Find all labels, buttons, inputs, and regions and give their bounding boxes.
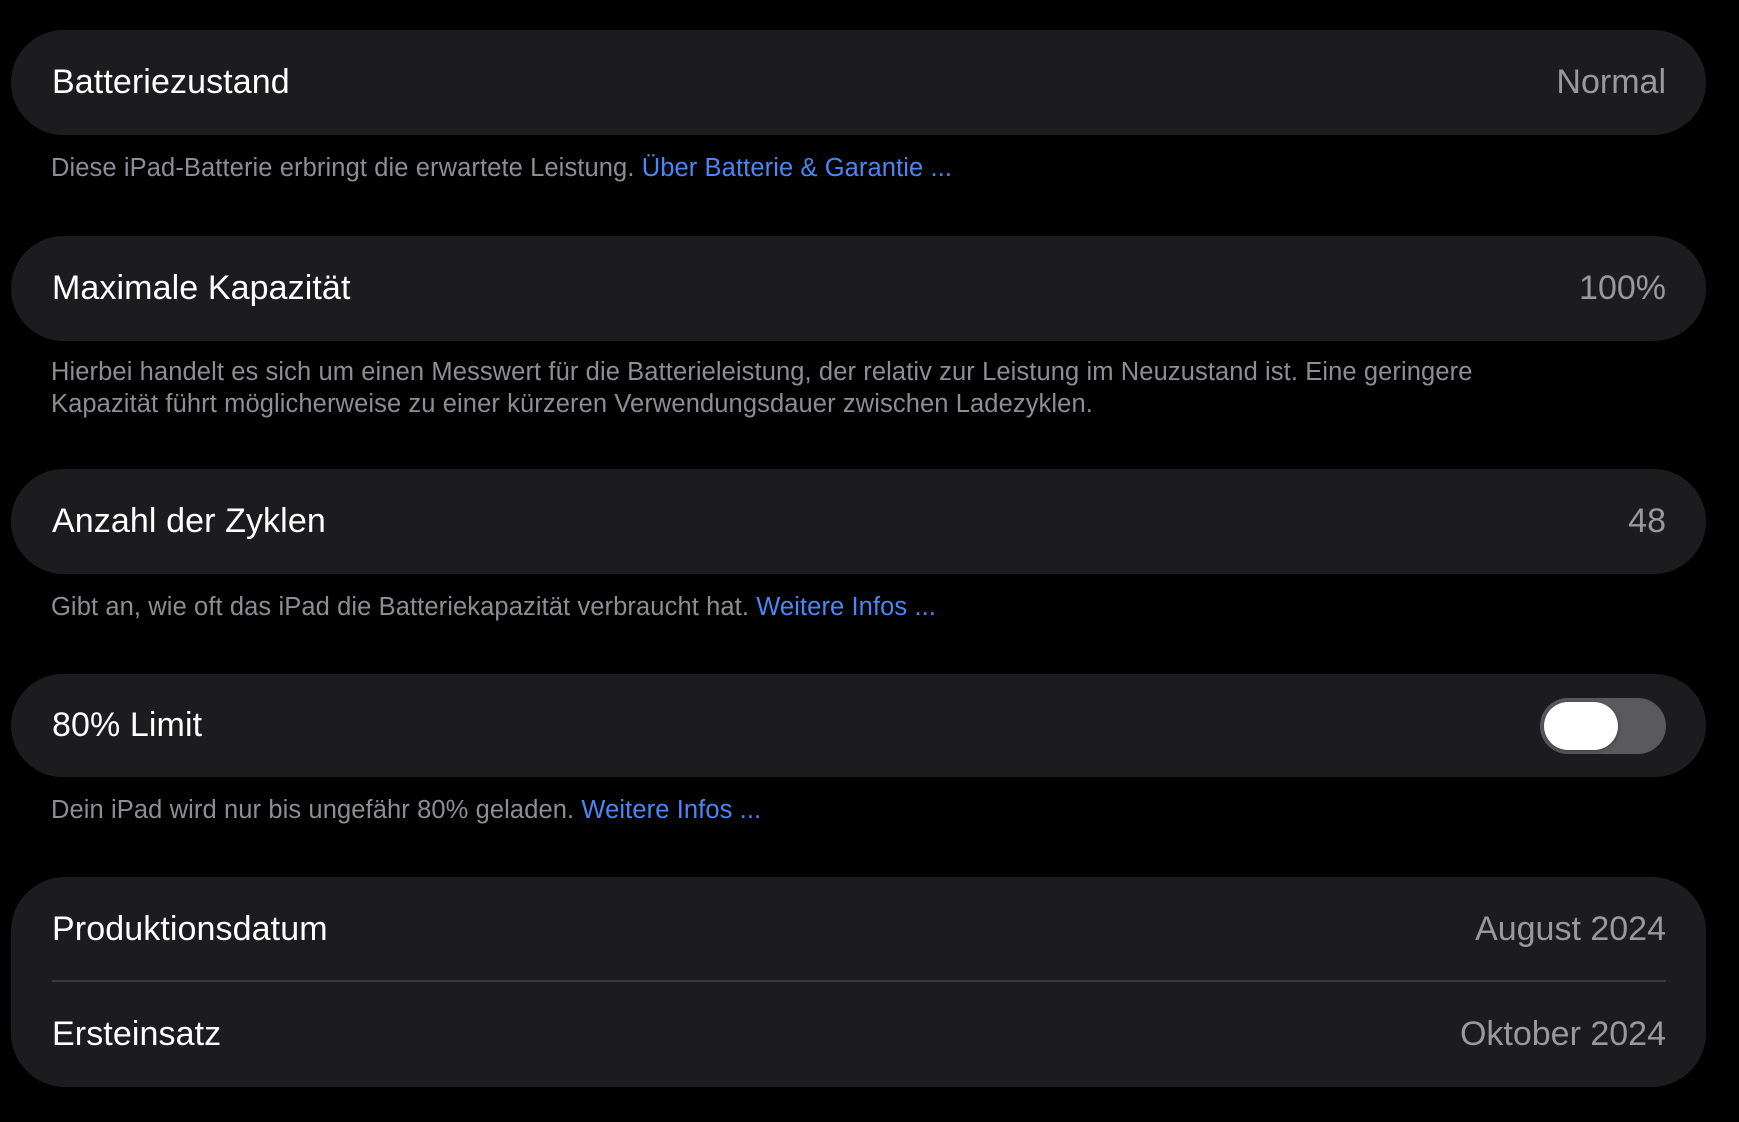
cycle-count-more-info-link[interactable]: Weitere Infos ... — [756, 593, 936, 621]
cycle-count-label: Anzahl der Zyklen — [52, 502, 326, 540]
limit-80-label: 80% Limit — [52, 706, 203, 744]
max-capacity-value: 100% — [1579, 269, 1666, 307]
battery-warranty-link[interactable]: Über Batterie & Garantie ... — [642, 154, 952, 182]
limit-80-group: 80% Limit — [11, 674, 1706, 777]
toggle-knob — [1544, 701, 1618, 750]
battery-health-group: Batteriezustand Normal — [11, 30, 1706, 135]
cycle-count-footer-text: Gibt an, wie oft das iPad die Batterieka… — [51, 593, 757, 621]
battery-health-value: Normal — [1556, 63, 1666, 101]
limit-80-footer-text: Dein iPad wird nur bis ungefähr 80% gela… — [51, 796, 582, 824]
first-use-label: Ersteinsatz — [52, 1015, 222, 1053]
max-capacity-footer-line1: Hierbei handelt es sich um einen Messwer… — [51, 358, 1473, 386]
max-capacity-footer-line2: Kapazität führt möglicherweise zu einer … — [51, 390, 1093, 418]
battery-health-footer: Diese iPad-Batterie erbringt die erwarte… — [51, 152, 1611, 184]
max-capacity-row: Maximale Kapazität 100% — [11, 236, 1706, 341]
production-date-label: Produktionsdatum — [52, 910, 328, 948]
production-date-value: August 2024 — [1475, 910, 1666, 948]
cycle-count-value: 48 — [1628, 502, 1666, 540]
first-use-row: Ersteinsatz Oktober 2024 — [11, 982, 1706, 1087]
max-capacity-footer: Hierbei handelt es sich um einen Messwer… — [51, 356, 1611, 420]
limit-80-toggle[interactable] — [1540, 697, 1666, 754]
max-capacity-group: Maximale Kapazität 100% — [11, 236, 1706, 341]
dates-group: Produktionsdatum August 2024 Ersteinsatz… — [11, 877, 1706, 1087]
battery-health-label: Batteriezustand — [52, 63, 290, 101]
battery-health-footer-text: Diese iPad-Batterie erbringt die erwarte… — [51, 154, 642, 182]
limit-80-footer: Dein iPad wird nur bis ungefähr 80% gela… — [51, 794, 1611, 826]
cycle-count-row: Anzahl der Zyklen 48 — [11, 469, 1706, 574]
battery-health-row: Batteriezustand Normal — [11, 30, 1706, 135]
cycle-count-footer: Gibt an, wie oft das iPad die Batterieka… — [51, 591, 1611, 623]
limit-80-row: 80% Limit — [11, 674, 1706, 777]
limit-80-more-info-link[interactable]: Weitere Infos ... — [581, 796, 761, 824]
first-use-value: Oktober 2024 — [1459, 1015, 1666, 1053]
production-date-row: Produktionsdatum August 2024 — [11, 877, 1706, 982]
cycle-count-group: Anzahl der Zyklen 48 — [11, 469, 1706, 574]
max-capacity-label: Maximale Kapazität — [52, 269, 351, 307]
